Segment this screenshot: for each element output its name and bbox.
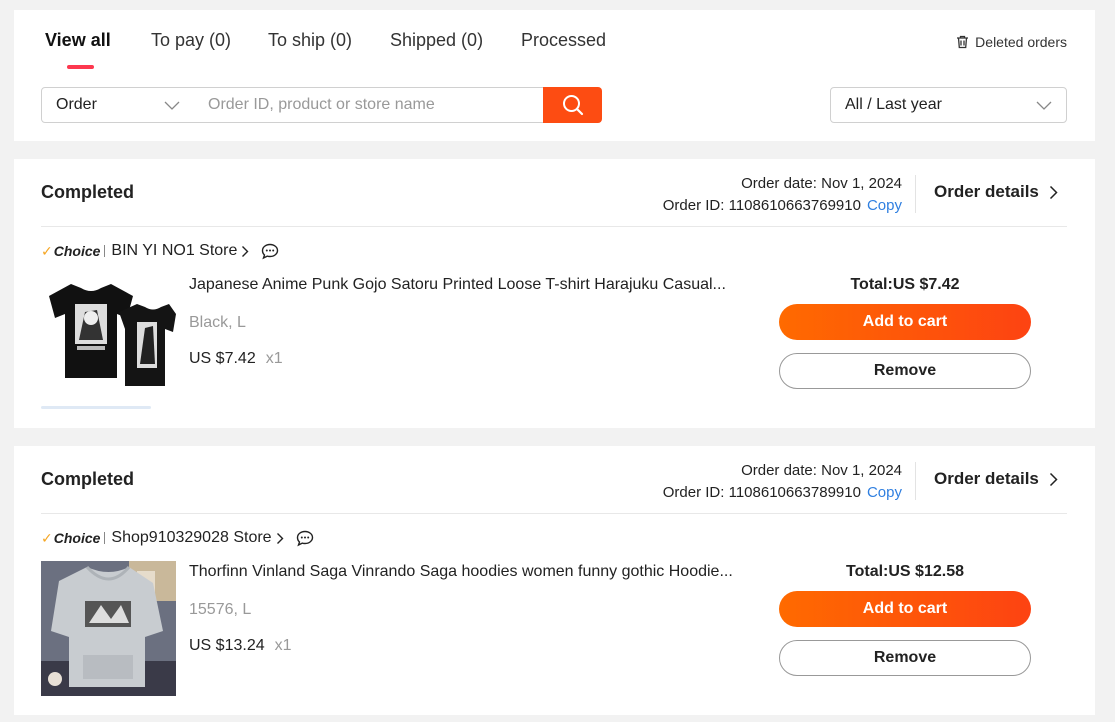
order-filter-panel: View all To pay (0) To ship (0) Shipped …: [14, 10, 1095, 141]
product-price: US $13.24: [189, 637, 265, 654]
checkmark-icon: ✓: [41, 242, 53, 259]
store-link[interactable]: Shop910329028 Store: [111, 529, 284, 547]
order-details-label: Order details: [934, 182, 1039, 201]
choice-badge: ✓ Choice: [41, 529, 106, 547]
store-link[interactable]: BIN YI NO1 Store: [111, 242, 249, 260]
product-sku: 15576, L: [189, 601, 252, 618]
search-button[interactable]: [543, 87, 602, 123]
add-to-cart-button[interactable]: Add to cart: [779, 304, 1031, 340]
divider: [915, 175, 916, 213]
order-id: Order ID: 1108610663769910 Copy: [662, 197, 902, 214]
store-row: ✓ Choice Shop910329028 Store: [41, 528, 314, 548]
trash-icon: [957, 35, 969, 49]
image-scrollbar: [41, 406, 151, 409]
order-card: Completed Order date: Nov 1, 2024 Order …: [14, 446, 1095, 715]
search-type-value: Order: [56, 96, 97, 113]
chevron-down-icon: [164, 101, 180, 110]
order-total: Total:US $7.42: [850, 276, 960, 293]
product-image[interactable]: [41, 561, 176, 696]
tab-to-pay[interactable]: To pay (0): [151, 30, 231, 51]
product-sku: Black, L: [189, 314, 246, 331]
product-price-row: US $13.24 x1: [189, 637, 292, 655]
time-filter-value: All / Last year: [845, 96, 942, 113]
chevron-down-icon: [1036, 101, 1052, 110]
remove-button[interactable]: Remove: [779, 640, 1031, 676]
tab-processed[interactable]: Processed: [521, 30, 606, 51]
product-quantity: x1: [274, 637, 292, 654]
tab-view-all[interactable]: View all: [45, 30, 111, 51]
store-name: Shop910329028 Store: [111, 529, 272, 546]
order-card: Completed Order date: Nov 1, 2024 Order …: [14, 159, 1095, 428]
order-total: Total:US $12.58: [846, 563, 964, 580]
chevron-right-icon: [242, 245, 249, 257]
order-id: Order ID: 1108610663789910 Copy: [662, 484, 902, 501]
checkmark-icon: ✓: [41, 529, 53, 546]
order-date: Order date: Nov 1, 2024: [741, 462, 902, 479]
tab-to-ship[interactable]: To ship (0): [268, 30, 352, 51]
chevron-right-icon: [276, 532, 284, 544]
search-icon: [562, 95, 583, 116]
order-details-link[interactable]: Order details: [934, 182, 1058, 202]
divider: [41, 513, 1067, 514]
store-name: BIN YI NO1 Store: [111, 242, 238, 259]
order-meta: Order date: Nov 1, 2024 Order ID: 110861…: [663, 460, 902, 504]
choice-badge: ✓ Choice: [41, 242, 106, 260]
product-title[interactable]: Thorfinn Vinland Saga Vinrando Saga hood…: [189, 563, 734, 581]
remove-button[interactable]: Remove: [779, 353, 1031, 389]
divider: [915, 462, 916, 500]
tab-shipped[interactable]: Shipped (0): [390, 30, 483, 51]
search-input[interactable]: [194, 87, 544, 123]
chat-icon[interactable]: [261, 243, 279, 260]
product-quantity: x1: [265, 350, 283, 367]
order-status: Completed: [41, 469, 135, 489]
order-details-label: Order details: [934, 469, 1039, 488]
order-status: Completed: [41, 182, 135, 202]
store-row: ✓ Choice BIN YI NO1 Store: [41, 241, 279, 261]
time-filter-select[interactable]: All / Last year: [830, 87, 1067, 123]
chevron-right-icon: [1049, 185, 1058, 199]
deleted-orders-label: Deleted orders: [975, 34, 1067, 50]
product-image[interactable]: [41, 274, 176, 409]
product-price: US $7.42: [189, 350, 256, 367]
search-type-select[interactable]: Order: [41, 87, 195, 123]
chevron-right-icon: [1049, 472, 1058, 486]
deleted-orders-link[interactable]: Deleted orders: [956, 34, 1067, 50]
copy-order-id-link[interactable]: Copy: [867, 197, 902, 214]
divider: [41, 226, 1067, 227]
product-title[interactable]: Japanese Anime Punk Gojo Satoru Printed …: [189, 276, 734, 294]
order-meta: Order date: Nov 1, 2024 Order ID: 110861…: [663, 173, 902, 217]
chat-icon[interactable]: [296, 530, 314, 547]
active-tab-indicator: [67, 65, 94, 69]
add-to-cart-button[interactable]: Add to cart: [779, 591, 1031, 627]
order-date: Order date: Nov 1, 2024: [741, 175, 902, 192]
copy-order-id-link[interactable]: Copy: [867, 484, 902, 501]
product-price-row: US $7.42 x1: [189, 350, 283, 368]
order-details-link[interactable]: Order details: [934, 469, 1058, 489]
